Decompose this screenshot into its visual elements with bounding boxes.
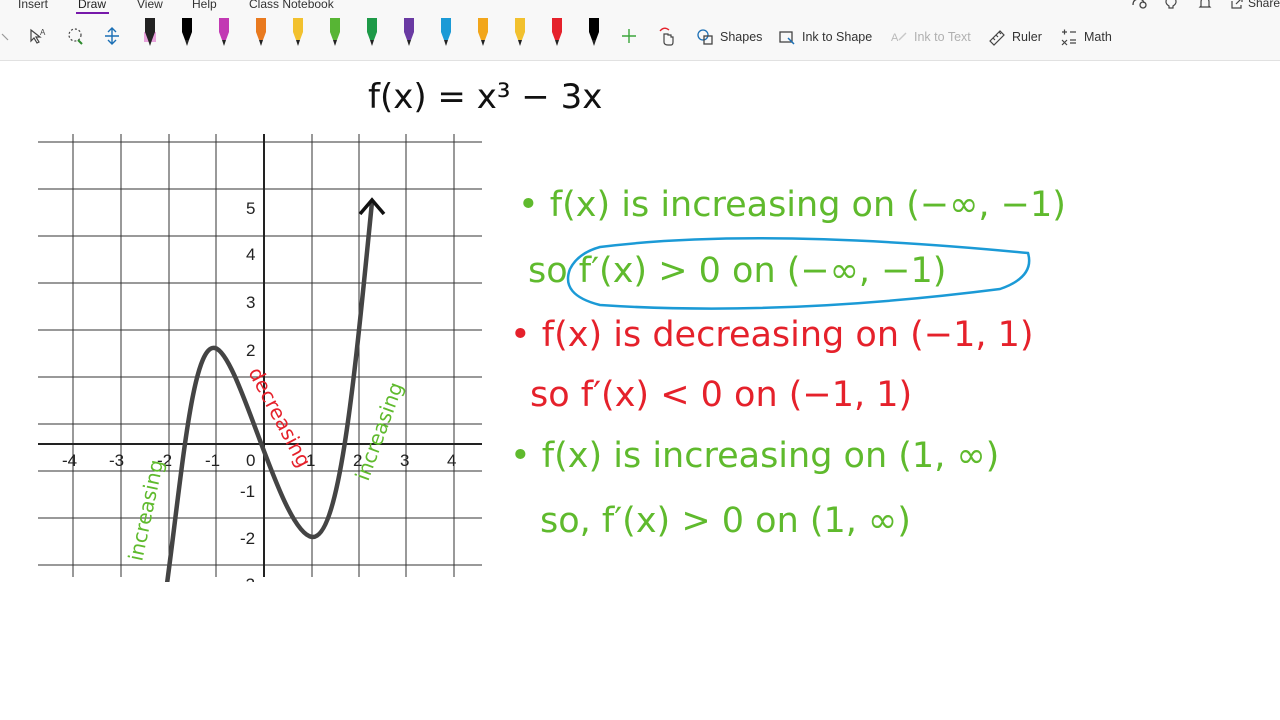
ribbon-tab-bar: Insert Draw View Help Class Notebook Sha… [0,0,1280,14]
tab-draw[interactable]: Draw [78,0,106,11]
add-pen-icon[interactable] [620,20,638,52]
ruler-label: Ruler [1012,30,1042,44]
blue-circle-annotation [566,237,1031,310]
type-select-icon[interactable]: A [28,20,48,52]
pen-tool-4[interactable] [254,18,268,50]
math-label: Math [1084,30,1112,44]
x-tick-label: 4 [447,451,456,470]
note-canvas[interactable]: f(x) = x³ − 3x -4 -3 -2 -1 0 1 2 3 4 5 4… [0,61,1280,720]
tab-help[interactable]: Help [192,0,217,11]
x-tick-label: -3 [109,451,124,470]
pen-tool-5[interactable] [291,18,305,50]
graph-grid [38,134,482,577]
pen-tool-11[interactable] [513,18,527,50]
y-tick-label: 5 [246,199,255,218]
y-tick-label: 4 [246,245,255,264]
note-line-4: so f′(x) < 0 on (−1, 1) [530,375,913,415]
touch-draw-icon[interactable] [656,20,676,52]
shapes-label: Shapes [720,30,763,44]
ruler-button[interactable]: Ruler [988,22,1042,52]
lasso-select-icon[interactable] [65,20,85,52]
pen-tool-3[interactable] [217,18,231,50]
ruler-icon [989,30,1005,46]
ink-to-text-icon: A [891,32,907,44]
math-button[interactable]: Math [1060,22,1112,52]
y-tick-label: -2 [240,529,255,548]
pen-tool-2[interactable] [180,18,194,50]
y-tick-label: 3 [246,293,255,312]
add-space-icon[interactable] [102,20,122,52]
svg-text:A: A [891,32,899,44]
x-tick-label: -4 [62,451,77,470]
share-button[interactable]: Share [1230,0,1280,10]
svg-text:A: A [40,28,46,37]
x-tick-label: -1 [205,451,220,470]
graph-annotation-increasing-left: increasing [123,457,168,563]
y-tick-label: -3 [240,575,255,582]
note-line-5: • f(x) is increasing on (1, ∞) [510,436,1000,476]
pen-tool-9[interactable] [439,18,453,50]
math-icon [1061,29,1076,46]
draw-toolbar: A Shapes Ink to Shape A Ink to Text Rule… [0,14,1280,61]
tab-insert[interactable]: Insert [18,0,48,11]
pen-tool-1[interactable] [143,18,157,50]
pen-tool-10[interactable] [476,18,490,50]
collapse-arrow-icon[interactable] [0,20,10,52]
lightbulb-icon[interactable] [1165,0,1177,13]
x-tick-label: 3 [400,451,409,470]
ink-to-shape-icon [779,31,795,45]
note-line-1: • f(x) is increasing on (−∞, −1) [518,185,1066,225]
pen-tool-13[interactable] [587,18,601,50]
function-graph: -4 -3 -2 -1 0 1 2 3 4 5 4 3 2 -1 -2 -3 -… [38,134,482,582]
share-icon [1231,0,1243,9]
shapes-button[interactable]: Shapes [696,22,762,52]
ink-to-text-button[interactable]: A Ink to Text [890,22,971,52]
shapes-icon [697,29,713,45]
ink-to-shape-button[interactable]: Ink to Shape [778,22,872,52]
y-tick-label: -1 [240,482,255,501]
share-label: Share [1248,0,1280,10]
pen-tool-8[interactable] [402,18,416,50]
pen-tool-12[interactable] [550,18,564,50]
tab-class-notebook[interactable]: Class Notebook [249,0,334,11]
ink-to-shape-label: Ink to Shape [802,30,873,44]
y-tick-label: 2 [246,341,255,360]
note-line-6: so, f′(x) > 0 on (1, ∞) [540,501,911,541]
pen-tool-6[interactable] [328,18,342,50]
x-tick-label: 0 [246,451,255,470]
function-title: f(x) = x³ − 3x [368,77,603,117]
pen-tool-7[interactable] [365,18,379,50]
sync-icon[interactable] [1130,0,1148,13]
note-line-3: • f(x) is decreasing on (−1, 1) [510,315,1034,355]
ink-to-text-label: Ink to Text [914,30,971,44]
bell-icon[interactable] [1198,0,1212,13]
tab-view[interactable]: View [137,0,163,11]
